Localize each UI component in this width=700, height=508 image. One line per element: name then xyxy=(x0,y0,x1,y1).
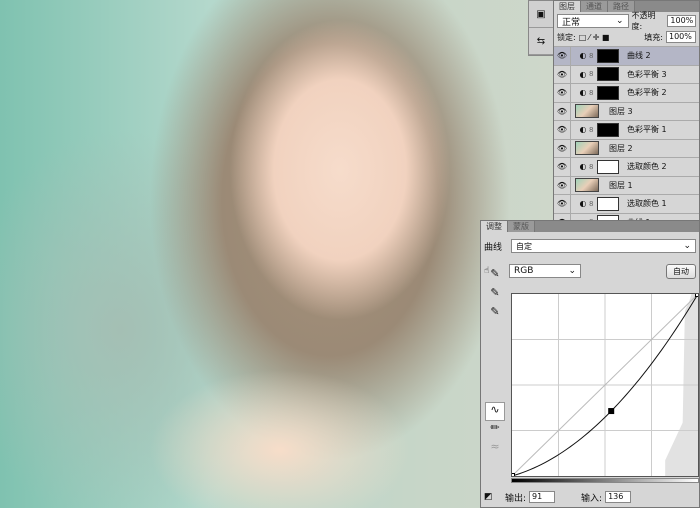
curve-svg[interactable] xyxy=(509,291,700,479)
layer-row[interactable]: 👁 ◐ 8 色彩平衡 1 xyxy=(554,120,699,139)
layer-row[interactable]: 👁 ◐ 8 色彩平衡 2 xyxy=(554,83,699,102)
visibility-eye-icon[interactable]: 👁 xyxy=(554,158,571,176)
layer-name: 图层 2 xyxy=(609,143,633,153)
layer-thumbnail xyxy=(575,104,599,119)
visibility-eye-icon[interactable]: 👁 xyxy=(554,195,571,213)
layer-mask-thumbnail[interactable] xyxy=(597,48,619,63)
actions-icon[interactable]: ⇆ xyxy=(529,28,553,55)
layer-name: 图层 3 xyxy=(609,106,633,116)
adjustment-icon: ◐ xyxy=(579,88,587,98)
adjustment-icon: ◐ xyxy=(579,125,587,135)
visibility-eye-icon[interactable]: 👁 xyxy=(554,84,571,102)
layer-name: 选取颜色 1 xyxy=(627,199,667,209)
output-input[interactable]: 91 xyxy=(529,491,556,503)
input-label: 输入: xyxy=(581,493,603,504)
layer-row[interactable]: 👁 图层 2 xyxy=(554,138,699,157)
layer-mask-thumbnail[interactable] xyxy=(597,196,619,211)
chevron-down-icon: ⌄ xyxy=(568,266,576,276)
output-label: 输出: xyxy=(505,493,527,504)
layers-panel: 图层 通道 路径 正常 ⌄ 不透明度: 100% 锁定: □ ⁄ ✛ ■ 填充: … xyxy=(553,0,700,231)
visibility-eye-icon[interactable]: 👁 xyxy=(554,102,571,120)
visibility-eye-icon[interactable]: 👁 xyxy=(554,121,571,139)
layer-mask-thumbnail[interactable] xyxy=(597,85,619,100)
chevron-down-icon: ⌄ xyxy=(683,241,691,251)
visibility-eye-icon[interactable]: 👁 xyxy=(554,65,571,83)
adjustment-icon: ◐ xyxy=(579,51,587,61)
layer-row[interactable]: 👁 图层 1 xyxy=(554,175,699,194)
tab-layers[interactable]: 图层 xyxy=(554,1,581,12)
curve-tools: ✎ ✎ ✎ ∿ ✏ ≈ xyxy=(485,267,505,459)
link-icon: 8 xyxy=(589,88,594,97)
layer-mask-thumbnail[interactable] xyxy=(597,67,619,82)
layer-name: 色彩平衡 3 xyxy=(627,69,667,79)
curve-control-point xyxy=(509,473,515,479)
tab-adjustments[interactable]: 调整 xyxy=(481,221,508,232)
layer-thumbnail xyxy=(575,141,599,156)
tab-masks[interactable]: 蒙版 xyxy=(508,221,535,232)
gradient-bar xyxy=(511,478,699,483)
curve-control-point xyxy=(695,291,700,297)
layer-row[interactable]: 👁 ◐ 8 选取颜色 1 xyxy=(554,194,699,213)
link-icon: 8 xyxy=(589,162,594,171)
layer-name: 图层 1 xyxy=(609,180,633,190)
layer-mask-thumbnail[interactable] xyxy=(597,159,619,174)
layer-mask-thumbnail[interactable] xyxy=(597,122,619,137)
lock-icons[interactable]: □ ⁄ ✛ ■ xyxy=(579,33,610,42)
visibility-eye-icon[interactable]: 👁 xyxy=(554,47,571,65)
link-icon: 8 xyxy=(589,51,594,60)
curves-label: 曲线 xyxy=(484,242,503,253)
adjustment-icon: ◐ xyxy=(579,199,587,209)
adjustment-icon: ◐ xyxy=(579,162,587,172)
visibility-eye-icon[interactable]: 👁 xyxy=(554,176,571,194)
curve-control-point xyxy=(608,408,615,415)
layer-name: 色彩平衡 2 xyxy=(627,88,667,98)
channel-select[interactable]: RGB ⌄ xyxy=(509,264,581,278)
curves-graph[interactable] xyxy=(509,291,700,479)
panel-icon-strip: ▣ ⇆ xyxy=(528,0,554,56)
layer-row[interactable]: 👁 ◐ 8 选取颜色 2 xyxy=(554,157,699,176)
visibility-eye-icon[interactable]: 👁 xyxy=(554,139,571,157)
chevron-down-icon: ⌄ xyxy=(615,16,624,26)
link-icon: 8 xyxy=(589,70,594,79)
layer-list: 👁 ◐ 8 曲线 2 👁 ◐ 8 色彩平衡 3 👁 ◐ 8 色彩平衡 2 👁 图层 3 👁 ◐ 8 色彩平衡 1 👁… xyxy=(554,46,699,231)
adjustments-panel: 调整 蒙版 曲线 自定 ⌄ ☝ RGB ⌄ 自动 ✎ ✎ ✎ ∿ ✏ ≈ ◩ 输出:… xyxy=(480,220,700,508)
clipping-icon[interactable]: ◩ xyxy=(484,492,502,502)
eyedropper-gray-icon[interactable]: ✎ xyxy=(485,286,505,305)
channel-value: RGB xyxy=(514,266,534,276)
tab-channels[interactable]: 通道 xyxy=(581,1,608,12)
layer-name: 曲线 2 xyxy=(627,51,651,61)
opacity-label: 不透明度: xyxy=(631,11,656,31)
curve-point-tool-icon[interactable]: ∿ xyxy=(485,402,505,421)
eyedropper-black-icon[interactable]: ✎ xyxy=(485,267,505,286)
fill-input[interactable]: 100% xyxy=(666,31,696,43)
link-icon: 8 xyxy=(589,199,594,208)
fill-label: 填充: xyxy=(644,32,663,42)
lock-label: 锁定: xyxy=(557,32,576,42)
link-icon: 8 xyxy=(589,125,594,134)
history-icon[interactable]: ▣ xyxy=(529,1,553,28)
layer-row[interactable]: 👁 ◐ 8 曲线 2 xyxy=(554,46,699,65)
layer-thumbnail xyxy=(575,178,599,193)
blend-mode-value: 正常 xyxy=(562,17,581,28)
preset-value: 自定 xyxy=(516,241,533,251)
adjustment-icon: ◐ xyxy=(579,69,587,79)
layer-name: 色彩平衡 1 xyxy=(627,125,667,135)
smooth-icon[interactable]: ≈ xyxy=(485,440,505,459)
layer-row[interactable]: 👁 图层 3 xyxy=(554,101,699,120)
preset-select[interactable]: 自定 ⌄ xyxy=(511,239,696,253)
pencil-icon[interactable]: ✏ xyxy=(485,421,505,440)
input-input[interactable]: 136 xyxy=(605,491,632,503)
auto-button[interactable]: 自动 xyxy=(666,263,696,279)
opacity-input[interactable]: 100% xyxy=(667,15,696,27)
layer-row[interactable]: 👁 ◐ 8 色彩平衡 3 xyxy=(554,64,699,83)
layer-name: 选取颜色 2 xyxy=(627,162,667,172)
eyedropper-white-icon[interactable]: ✎ xyxy=(485,305,505,324)
blend-mode-select[interactable]: 正常 ⌄ xyxy=(557,14,629,28)
